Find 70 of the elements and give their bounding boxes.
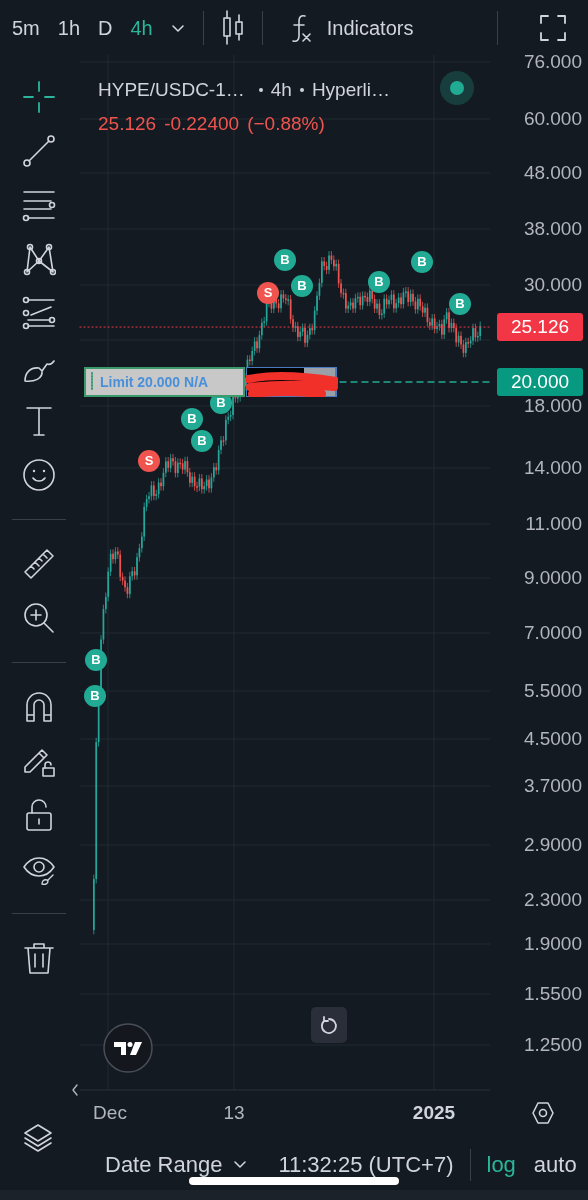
- price-axis-label: 5.5000: [522, 680, 582, 702]
- price-axis-label: 2.9000: [522, 834, 582, 856]
- indicators-button[interactable]: Indicators: [288, 12, 414, 43]
- interval-tab[interactable]: 1h: [57, 12, 81, 43]
- price-axis-label: 76.000: [522, 51, 582, 73]
- last-price-label: 25.126: [497, 313, 583, 341]
- scale-toggle[interactable]: auto: [533, 1148, 577, 1181]
- buy-marker: B: [274, 249, 296, 271]
- zoom-in-icon[interactable]: [22, 601, 56, 635]
- price-axis-label: 60.000: [522, 108, 582, 130]
- price-axis-label: 30.000: [522, 274, 582, 296]
- buy-marker: B: [291, 275, 313, 297]
- price-text: 25.126: [98, 112, 157, 136]
- time-axis-label: Dec: [92, 1102, 128, 1124]
- price-axis-label: 48.000: [522, 162, 582, 184]
- change-percent-text: (−0.88%): [247, 112, 325, 136]
- ruler-icon[interactable]: [22, 547, 56, 581]
- price-axis-label: 18.000: [522, 395, 582, 417]
- sell-marker: S: [138, 450, 160, 472]
- scale-toggle[interactable]: log: [486, 1148, 516, 1181]
- trend-line-icon[interactable]: [22, 134, 56, 168]
- crosshair-icon[interactable]: [22, 80, 56, 114]
- change-text: -0.22400: [164, 112, 240, 136]
- chevron-down-icon: [234, 1160, 247, 1169]
- price-axis-label: 2.3000: [522, 889, 582, 911]
- smiley-icon[interactable]: [22, 458, 56, 492]
- order-price-label: 20.000: [497, 368, 583, 396]
- buy-marker: B: [84, 685, 106, 707]
- clock-text: 11:32:25 (UTC+7): [278, 1151, 454, 1179]
- pattern-icon[interactable]: [22, 242, 56, 276]
- logo-icon[interactable]: [103, 1023, 153, 1073]
- buy-marker: B: [449, 293, 471, 315]
- buy-marker: B: [191, 430, 213, 452]
- interval-tab[interactable]: D: [98, 12, 113, 43]
- fullscreen-icon[interactable]: [540, 14, 566, 41]
- time-axis-label: 2025: [411, 1102, 457, 1124]
- projection-icon[interactable]: [22, 296, 56, 330]
- candles-icon[interactable]: [221, 8, 244, 47]
- drag-handle-icon[interactable]: [90, 372, 94, 392]
- buy-marker: B: [368, 271, 390, 293]
- layers-icon[interactable]: [22, 1122, 54, 1154]
- symbol-name[interactable]: HYPE/USDC-1…: [98, 76, 245, 105]
- sell-marker: S: [257, 282, 279, 304]
- price-axis-label: 14.000: [522, 457, 582, 479]
- chevron-down-icon[interactable]: [170, 22, 185, 33]
- price-axis-label: 4.5000: [522, 728, 582, 750]
- interval-tab[interactable]: 4h: [130, 12, 153, 43]
- price-axis-label: 11.000: [524, 513, 582, 535]
- price-axis-label: 9.0000: [522, 567, 582, 589]
- settings-icon[interactable]: [531, 1101, 555, 1125]
- price-axis-label: 3.7000: [522, 775, 582, 797]
- exchange-name: Hyperli…: [311, 78, 390, 102]
- price-axis-label: 7.0000: [522, 622, 582, 644]
- reset-button[interactable]: [311, 1007, 347, 1043]
- price-axis-label: 1.9000: [522, 933, 582, 955]
- date-range-button[interactable]: Date Range: [105, 1148, 247, 1181]
- buy-marker: B: [85, 649, 107, 671]
- interval-text: 4h: [270, 78, 292, 102]
- time-axis-label: 13: [222, 1102, 246, 1124]
- horizontal-lines-icon[interactable]: [22, 188, 56, 222]
- trash-icon[interactable]: [22, 941, 56, 975]
- reset-icon: [319, 1015, 339, 1035]
- interval-tab[interactable]: 5m: [12, 12, 40, 43]
- scroll-left-icon[interactable]: [71, 1083, 79, 1097]
- buy-marker: B: [411, 251, 433, 273]
- price-axis-label: 1.2500: [522, 1034, 582, 1056]
- order-text: Limit 20.000 N/A: [100, 372, 209, 392]
- price-axis-label: 1.5500: [522, 983, 582, 1005]
- price-axis-label: 38.000: [522, 218, 582, 240]
- buy-marker: B: [181, 408, 203, 430]
